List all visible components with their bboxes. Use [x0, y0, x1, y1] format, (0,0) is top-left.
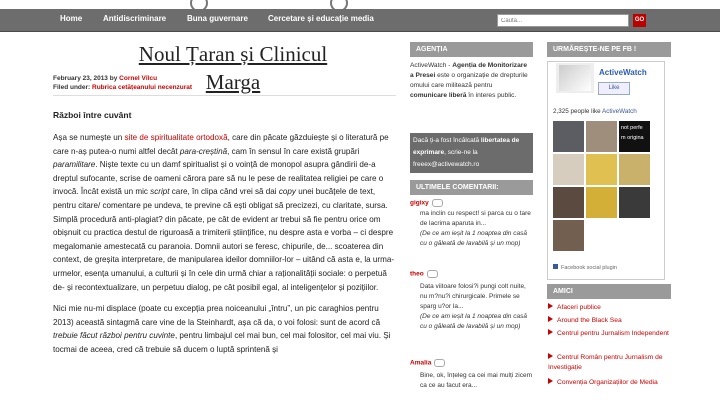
- fan-avatar[interactable]: [586, 187, 617, 218]
- text-run: ActiveWatch -: [410, 62, 453, 69]
- italic-run: para-creștină: [179, 146, 228, 156]
- divider: [53, 95, 396, 96]
- search-input[interactable]: [497, 14, 629, 27]
- article-body: Așa se numește un site de spiritualitate…: [53, 131, 396, 357]
- comment-text: Bine, ok, înțeleg ca cei mai mulți zicem…: [420, 371, 532, 391]
- comment-body: Bine, ok, înțeleg ca cei mai mulți zicem…: [420, 372, 532, 389]
- site-logo-fragment: [180, 0, 370, 12]
- paragraph-1: Așa se numește un site de spiritualitate…: [53, 131, 396, 294]
- comment-user[interactable]: Amalia: [410, 359, 446, 367]
- nav-cercetare-educatie-media[interactable]: Cercetare și educație media: [268, 14, 374, 23]
- text-run: , cam în sensul în care există grupări: [227, 146, 360, 156]
- paragraph-2: Nici mie nu-mi displace (poate cu excepț…: [53, 302, 396, 356]
- text-run: Facebook social plugin: [561, 265, 617, 271]
- text-run: Nici mie nu-mi displace (poate cu excepț…: [53, 304, 381, 327]
- friend-link[interactable]: Around the Black Sea: [548, 316, 673, 326]
- freeex-email-link[interactable]: freeex@activewatch.ro: [413, 161, 479, 168]
- italic-run: trebuie făcut război pentru cuvinte: [53, 331, 175, 341]
- comment-bubble-icon: [431, 199, 443, 207]
- facebook-like-count: 2,325 people like ActiveWatch: [553, 108, 637, 115]
- italic-run: script: [150, 187, 170, 197]
- fan-avatar[interactable]: [619, 154, 650, 185]
- article-meta: February 23, 2013 by Cornel Vîlcu Filed …: [53, 74, 393, 92]
- comment-author[interactable]: gigixy: [410, 200, 429, 207]
- freeex-box: Dacă ți-a fost încălcată libertatea de e…: [410, 133, 533, 173]
- friend-link[interactable]: Centrul pentru Jurnalism Independent: [548, 329, 673, 339]
- fan-avatar[interactable]: [586, 154, 617, 185]
- comment-text: Data viitoare folosi?i pungi colt nuite,…: [420, 282, 532, 332]
- article-category-link[interactable]: Rubrica cetățeanului necenzurat: [92, 84, 192, 91]
- friend-link-label[interactable]: Centrul pentru Jurnalism Independent: [557, 330, 669, 337]
- logo-shape: [559, 65, 591, 91]
- nav-home[interactable]: Home: [60, 14, 82, 23]
- facebook-plugin-footer: Facebook social plugin: [553, 264, 617, 271]
- friend-link-label[interactable]: Afaceri publice: [557, 304, 601, 311]
- article-date: February 23, 2013: [53, 75, 108, 82]
- arrow-icon: [548, 303, 553, 309]
- text-run: Așa se numește un: [53, 133, 125, 142]
- fan-avatar[interactable]: [553, 121, 584, 152]
- fan-avatar[interactable]: [553, 220, 584, 251]
- nav-antidiscriminare[interactable]: Antidiscriminare: [103, 14, 166, 23]
- comment-user[interactable]: theo: [410, 270, 438, 278]
- friend-link-label[interactable]: Around the Black Sea: [557, 317, 622, 324]
- text-run: unei bucățele de text, pentru citare/ co…: [53, 187, 395, 292]
- follow-heading: URMĂREȘTE-NE PE FB !: [547, 42, 671, 57]
- search-go-button[interactable]: GO: [633, 14, 646, 27]
- arrow-icon: [548, 378, 553, 384]
- arrow-icon: [548, 353, 553, 359]
- italic-run: copy: [278, 187, 296, 197]
- facebook-like-button[interactable]: Like: [598, 82, 630, 95]
- text-run: care, în clipa când vrei să dai: [169, 187, 279, 197]
- facebook-page-name[interactable]: ActiveWatch: [599, 68, 647, 77]
- comment-source-link[interactable]: (De ce am ieșit la 1 noaptea din casă cu…: [420, 313, 527, 330]
- comment-body: Data viitoare folosi?i pungi colt nuite,…: [420, 283, 526, 310]
- fan-avatar[interactable]: [553, 154, 584, 185]
- italic-run: paramilitare: [53, 160, 96, 170]
- comments-heading: ULTIMELE COMENTARII:: [410, 180, 533, 195]
- article-author-link[interactable]: Cornel Vîlcu: [119, 75, 157, 82]
- text-run: comunicare liberă: [410, 92, 467, 99]
- friends-heading: AMICI: [547, 284, 671, 299]
- text-run[interactable]: ActiveWatch: [602, 108, 637, 115]
- article-subheading: Război între cuvânt: [53, 110, 132, 120]
- text-run: , scrie-ne la: [444, 149, 478, 156]
- fan-avatar[interactable]: not perfe m origina: [619, 121, 650, 152]
- comment-author[interactable]: Amalia: [410, 360, 431, 367]
- comment-bubble-icon: [426, 270, 438, 278]
- text-run: în interes public.: [466, 92, 517, 99]
- friend-link[interactable]: Afaceri publice: [548, 303, 673, 313]
- nav-buna-guvernare[interactable]: Buna guvernare: [187, 14, 248, 23]
- site-spiritualitate-link[interactable]: site de spiritualitate ortodoxă: [125, 133, 228, 142]
- facebook-icon: [553, 264, 558, 269]
- agency-description: ActiveWatch - Agenția de Monitorizare a …: [410, 61, 528, 101]
- agency-heading: AGENȚIA: [410, 42, 533, 57]
- article-by: by: [109, 75, 118, 82]
- text-run: Dacă ți-a fost încălcată: [413, 137, 481, 144]
- filed-label: Filed under:: [53, 84, 91, 91]
- comment-body: ma inclin cu respect! si parca cu o tare…: [420, 210, 531, 227]
- comment-author[interactable]: theo: [410, 271, 424, 278]
- fan-avatar[interactable]: [553, 187, 584, 218]
- activewatch-logo[interactable]: [556, 63, 594, 93]
- friend-link[interactable]: Centrul Român pentru Jurnalism de Invest…: [548, 353, 673, 373]
- text-run: not perfe: [621, 125, 643, 131]
- arrow-icon: [548, 329, 553, 335]
- friend-link[interactable]: Convenția Organizațiilor de Media: [548, 378, 673, 388]
- arrow-icon: [548, 316, 553, 322]
- fan-avatar[interactable]: [586, 121, 617, 152]
- text-run: m origina: [621, 135, 644, 141]
- friend-link-label[interactable]: Convenția Organizațiilor de Media: [557, 379, 658, 386]
- fan-avatar[interactable]: [619, 187, 650, 218]
- comment-user[interactable]: gigixy: [410, 199, 443, 207]
- comment-text: ma inclin cu respect! si parca cu o tare…: [420, 209, 532, 249]
- friend-link-label[interactable]: Centrul Român pentru Jurnalism de Invest…: [548, 354, 663, 371]
- comment-bubble-icon: [434, 359, 446, 367]
- text-run: 2,325 people like: [553, 108, 603, 115]
- comment-source-link[interactable]: (De ce am ieșit la 1 noaptea din casă cu…: [420, 230, 527, 247]
